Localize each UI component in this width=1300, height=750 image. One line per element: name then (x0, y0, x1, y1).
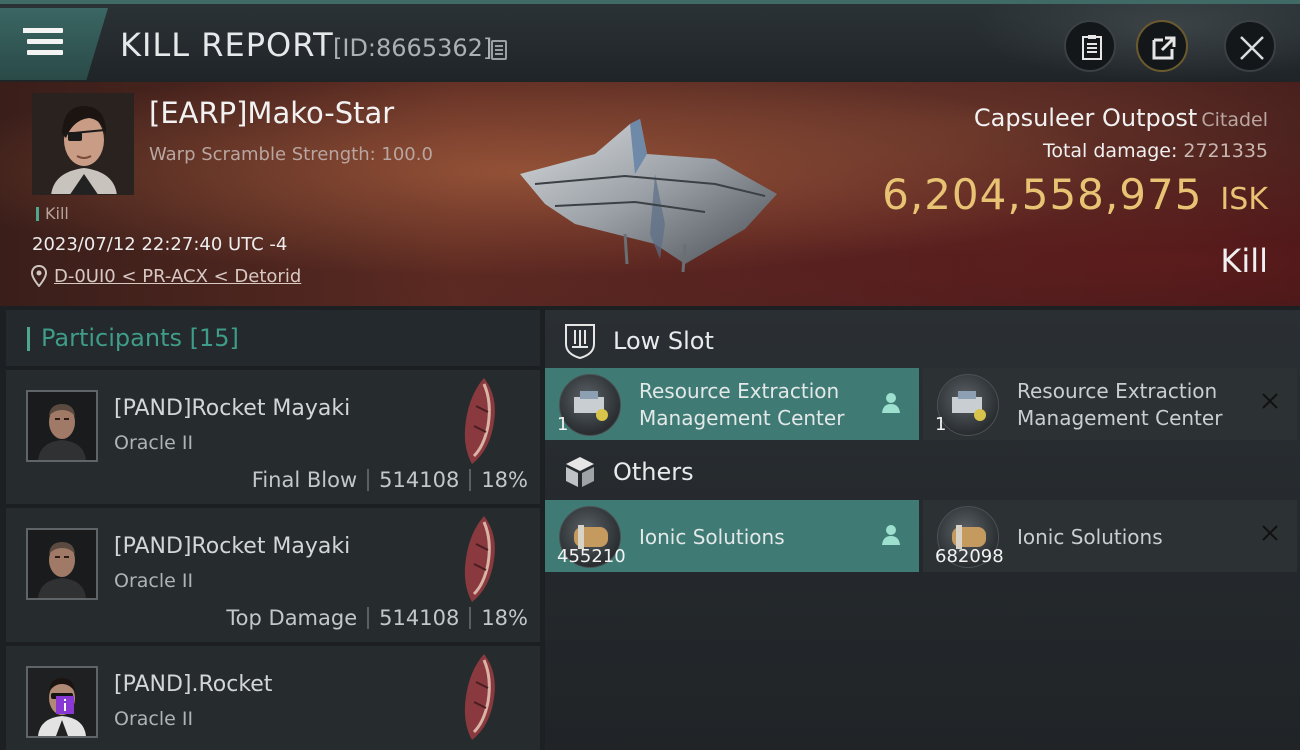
low-slot-label: Low Slot (613, 327, 714, 355)
participant-ship: Oracle II (114, 708, 194, 730)
export-icon (1152, 36, 1176, 60)
participant-role: Top Damage (226, 606, 358, 630)
participant-role: Final Blow (251, 468, 358, 492)
item-quantity: 455210 (557, 546, 626, 567)
fitting-item[interactable]: 682098 Ionic Solutions (923, 500, 1297, 572)
participant-ship: Oracle II (114, 432, 194, 454)
low-slot-header: Low Slot (545, 312, 1300, 370)
participants-count: [15] (189, 324, 239, 352)
participants-title: Participants [15] (41, 324, 239, 352)
isk-value: 6,204,558,975 ISK (882, 170, 1268, 219)
total-damage: Total damage: 2721335 (1043, 140, 1268, 162)
victim-name[interactable]: [EARP]Mako-Star (149, 96, 394, 130)
participant-damage: 514108 (379, 606, 460, 630)
kill-datetime: 2023/07/12 22:27:40 UTC -4 (32, 234, 288, 255)
person-icon (882, 393, 900, 413)
top-bar: KILL REPORT [ID:8665362] (0, 0, 1300, 82)
item-name: Ionic Solutions (1017, 525, 1163, 549)
location-pin-icon (31, 265, 47, 287)
others-label: Others (613, 458, 694, 486)
close-button[interactable] (1224, 20, 1276, 72)
kill-result-label: Kill (1220, 242, 1268, 280)
person-icon (882, 525, 900, 545)
item-name: Resource Extraction Management Center (639, 379, 845, 430)
victim-ship: Capsuleer Outpost Citadel (974, 104, 1268, 132)
fitting-item[interactable]: 455210 Ionic Solutions (545, 500, 919, 572)
isk-unit: ISK (1220, 182, 1268, 217)
participant-stats: Final Blow 514108 18% (252, 468, 528, 492)
x-icon (1262, 393, 1278, 409)
item-name: Resource Extraction Management Center (1017, 379, 1223, 430)
x-icon (1262, 525, 1278, 541)
warp-scramble-strength: Warp Scramble Strength: 100.0 (149, 144, 433, 165)
item-quantity: 1 (935, 414, 947, 435)
kill-tag: Kill (36, 204, 69, 223)
victim-ship-name[interactable]: Capsuleer Outpost (974, 104, 1197, 132)
others-header: Others (545, 444, 1300, 502)
participants-panel: Participants [15] [PAND]Rocket Mayaki Or… (6, 310, 540, 750)
participant-row[interactable]: [PAND].Rocket Oracle II (6, 646, 540, 750)
info-badge (56, 696, 74, 714)
victim-summary: [EARP]Mako-Star Warp Scramble Strength: … (0, 82, 1300, 306)
oracle-ship-icon (464, 516, 495, 602)
participant-damage: 514108 (379, 468, 460, 492)
participant-percent: 18% (481, 468, 528, 492)
participants-label: Participants (41, 324, 182, 352)
participant-avatar[interactable] (26, 390, 98, 462)
item-quantity: 1 (557, 414, 569, 435)
clipboard-icon (1082, 35, 1102, 60)
fitting-item[interactable]: 1 Resource Extraction Management Center (545, 368, 919, 440)
oracle-ship-icon (464, 378, 495, 464)
menu-button[interactable] (0, 8, 108, 80)
fitting-item[interactable]: 1 Resource Extraction Management Center (923, 368, 1297, 440)
isk-amount: 6,204,558,975 (882, 170, 1203, 219)
close-icon (1240, 36, 1264, 60)
page-title: KILL REPORT (120, 26, 334, 64)
menu-icon (23, 28, 63, 33)
victim-portrait[interactable] (32, 93, 134, 195)
share-button[interactable] (1136, 20, 1188, 72)
victim-ship-class: Citadel (1201, 109, 1268, 131)
participant-row[interactable]: [PAND]Rocket Mayaki Oracle II Final Blow… (6, 370, 540, 504)
clipboard-button[interactable] (1064, 20, 1116, 72)
copy-icon[interactable] (491, 40, 507, 60)
participant-name[interactable]: [PAND].Rocket (114, 672, 272, 697)
fitting-panel: Low Slot 1 Resource Extraction Managemen… (545, 310, 1300, 750)
participant-name[interactable]: [PAND]Rocket Mayaki (114, 396, 350, 421)
pilot-avatar (33, 94, 133, 194)
participants-header: Participants [15] (6, 310, 540, 366)
participant-percent: 18% (481, 606, 528, 630)
item-quantity: 682098 (935, 546, 1004, 567)
participant-stats: Top Damage 514108 18% (226, 606, 528, 630)
cube-icon (566, 457, 594, 487)
participant-ship: Oracle II (114, 570, 194, 592)
participant-name[interactable]: [PAND]Rocket Mayaki (114, 534, 350, 559)
participant-avatar[interactable] (26, 528, 98, 600)
report-id: [ID:8665362] (333, 34, 493, 62)
item-name: Ionic Solutions (639, 525, 785, 549)
oracle-ship-icon (464, 654, 495, 740)
participant-row[interactable]: [PAND]Rocket Mayaki Oracle II Top Damage… (6, 508, 540, 642)
kill-location-link[interactable]: D-0UI0 < PR-ACX < Detorid (54, 266, 301, 287)
total-damage-value: 2721335 (1183, 140, 1268, 162)
citadel-ship-image (520, 119, 777, 273)
total-damage-label: Total damage: (1042, 140, 1178, 162)
low-slot-icon (565, 324, 595, 360)
